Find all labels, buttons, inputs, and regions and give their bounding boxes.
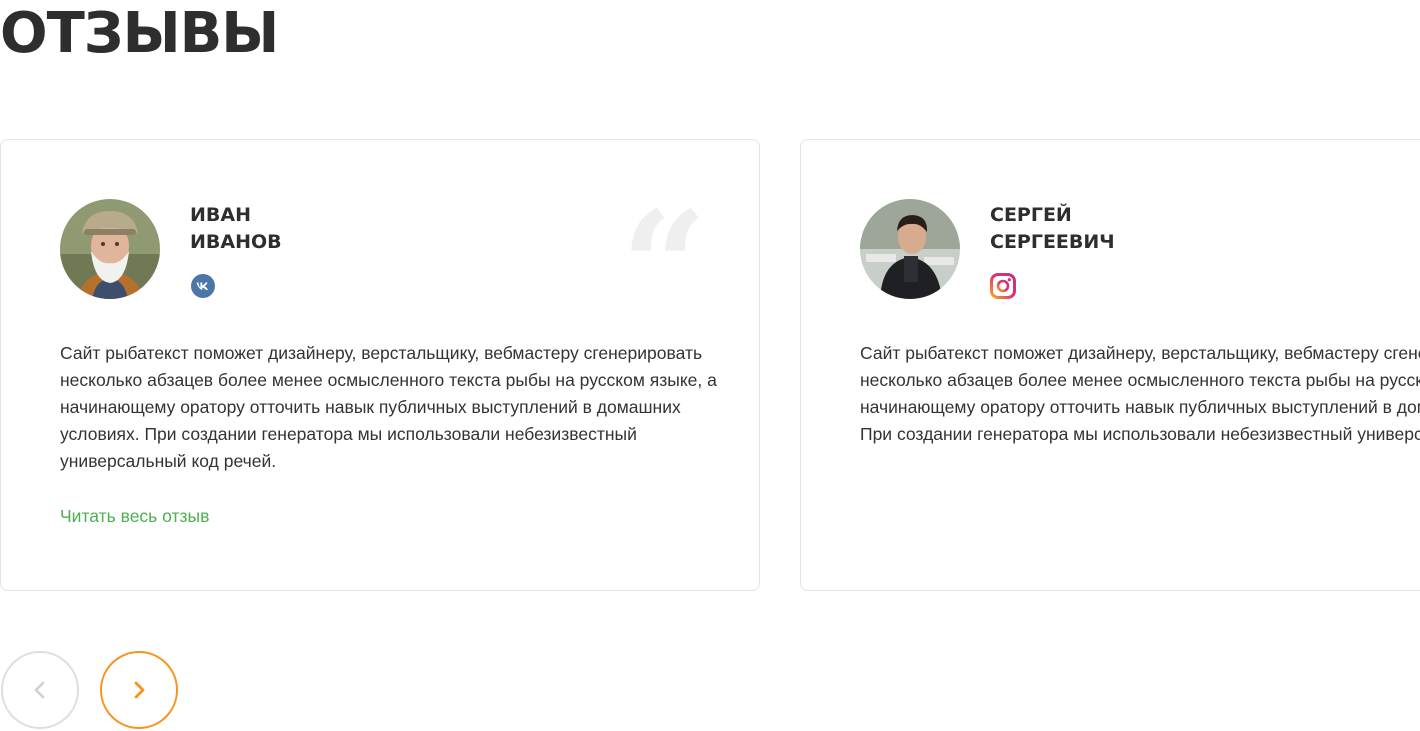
review-text: Сайт рыбатекст поможет дизайнеру, верста… xyxy=(860,343,1420,444)
review-card: ИВАН ИВАНОВ “ Сайт рыбатекст поможет диз… xyxy=(0,139,760,591)
vk-icon[interactable] xyxy=(190,273,216,299)
review-text: Сайт рыбатекст поможет дизайнеру, верста… xyxy=(60,343,717,471)
reviews-slider: ИВАН ИВАНОВ “ Сайт рыбатекст поможет диз… xyxy=(0,139,1420,591)
prev-button[interactable] xyxy=(1,651,79,729)
quote-mark-icon: “ xyxy=(621,179,708,355)
chevron-left-icon xyxy=(34,681,45,699)
review-card: СЕРГЕЙ СЕРГЕЕВИЧ Сайт рыбатекст поможет … xyxy=(800,139,1420,591)
next-button[interactable] xyxy=(100,651,178,729)
read-more-link[interactable]: Читать весь отзыв xyxy=(60,506,209,527)
avatar xyxy=(860,199,960,299)
reviewer-last-name: СЕРГЕЕВИЧ xyxy=(990,231,1115,253)
reviewer-last-name: ИВАНОВ xyxy=(190,231,282,253)
reviewer-first-name: ИВАН xyxy=(190,204,251,226)
reviewer-name: СЕРГЕЙ СЕРГЕЕВИЧ xyxy=(990,202,1190,256)
section-title: ОТЗЫВЫ xyxy=(0,1,279,66)
slider-track: ИВАН ИВАНОВ “ Сайт рыбатекст поможет диз… xyxy=(0,139,1420,591)
instagram-icon[interactable] xyxy=(990,273,1016,299)
reviewer-name: ИВАН ИВАНОВ xyxy=(190,202,390,256)
avatar xyxy=(60,199,160,299)
reviewer-first-name: СЕРГЕЙ xyxy=(990,204,1072,226)
chevron-right-icon xyxy=(134,681,145,699)
